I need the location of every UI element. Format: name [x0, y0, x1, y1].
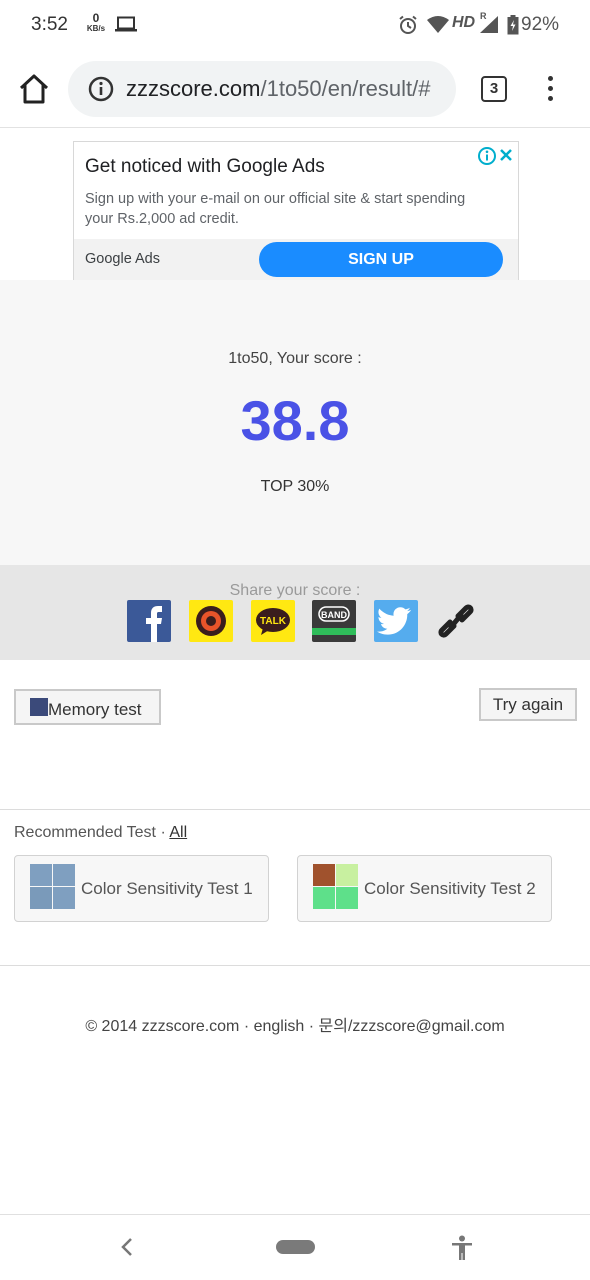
ad-title: Get noticed with Google Ads — [85, 156, 325, 177]
link-icon[interactable] — [434, 600, 478, 642]
recommended-label: Recommended Test · All — [14, 824, 187, 842]
kakaotalk-label: TALK — [260, 616, 287, 627]
memory-test-label: Memory test — [48, 700, 142, 719]
divider — [0, 809, 590, 810]
back-icon[interactable] — [117, 1235, 137, 1259]
network-type: HD — [452, 14, 476, 31]
url-host: zzzscore.com — [126, 76, 261, 101]
ad-banner[interactable]: Get noticed with Google Ads Sign up with… — [73, 141, 519, 280]
battery-percent: 92% — [521, 14, 560, 35]
status-bar: 3:52 0 KB/s HD R 92% — [0, 0, 590, 52]
color-test-2-thumbnail — [313, 864, 358, 909]
alarm-icon — [399, 15, 417, 34]
result-panel: 1to50, Your score : 38.8 TOP 30% — [0, 280, 590, 565]
recommended-card-title: Color Sensitivity Test 2 — [364, 879, 536, 898]
recommended-title: Recommended Test · — [14, 824, 170, 841]
browser-toolbar: zzzscore.com/1to50/en/result/# 3 — [0, 52, 590, 128]
info-icon[interactable] — [88, 76, 114, 102]
ad-choices-close-icon[interactable] — [476, 145, 516, 167]
ad-footer: Google Ads SIGN UP — [74, 239, 518, 280]
tab-switcher-button[interactable]: 3 — [481, 76, 507, 102]
memory-test-icon — [30, 698, 48, 716]
net-speed-value: 0 — [92, 11, 100, 25]
system-nav-bar — [0, 1214, 590, 1280]
ad-brand: Google Ads — [85, 251, 160, 267]
wifi-icon — [427, 16, 449, 33]
result-label: 1to50, Your score : — [228, 350, 362, 367]
facebook-icon[interactable] — [127, 600, 171, 642]
share-panel: Share your score : TALK BAND — [0, 565, 590, 660]
twitter-icon[interactable] — [374, 600, 418, 642]
address-bar[interactable]: zzzscore.com/1to50/en/result/# — [68, 61, 456, 117]
recommended-card-title: Color Sensitivity Test 1 — [81, 879, 253, 898]
ad-body: Sign up with your e-mail on our official… — [85, 191, 466, 227]
battery-icon — [507, 15, 519, 35]
url-path: /1to50/en/result/# — [260, 76, 431, 101]
kakaostory-icon[interactable] — [189, 600, 233, 642]
url-text: zzzscore.com/1to50/en/result/# — [126, 76, 431, 102]
signal-icon — [480, 16, 498, 33]
try-again-button[interactable]: Try again — [479, 688, 577, 721]
menu-icon[interactable] — [538, 74, 562, 106]
ad-signup-button[interactable]: SIGN UP — [259, 242, 503, 277]
result-score: 38.8 — [240, 389, 350, 452]
home-pill-button[interactable] — [276, 1240, 315, 1254]
page-footer: © 2014 zzzscore.com · english · 문의/zzzsc… — [85, 1018, 505, 1035]
result-rank: TOP 30% — [260, 478, 330, 495]
share-label: Share your score : — [229, 582, 361, 599]
memory-test-button[interactable]: Memory test — [14, 689, 161, 725]
home-icon[interactable] — [17, 72, 51, 106]
recommended-card[interactable]: Color Sensitivity Test 1 — [14, 855, 269, 922]
kakaotalk-icon[interactable]: TALK — [251, 600, 295, 642]
color-test-1-thumbnail — [30, 864, 75, 909]
laptop-icon — [115, 16, 137, 32]
recommended-all-link[interactable]: All — [169, 824, 187, 841]
status-time: 3:52 — [31, 14, 68, 35]
band-icon[interactable]: BAND — [312, 600, 356, 642]
divider — [0, 965, 590, 966]
accessibility-icon[interactable] — [451, 1235, 473, 1261]
band-label: BAND — [321, 610, 347, 620]
net-speed: 0 KB/s — [84, 12, 108, 33]
net-speed-unit: KB/s — [86, 24, 106, 33]
recommended-card[interactable]: Color Sensitivity Test 2 — [297, 855, 552, 922]
